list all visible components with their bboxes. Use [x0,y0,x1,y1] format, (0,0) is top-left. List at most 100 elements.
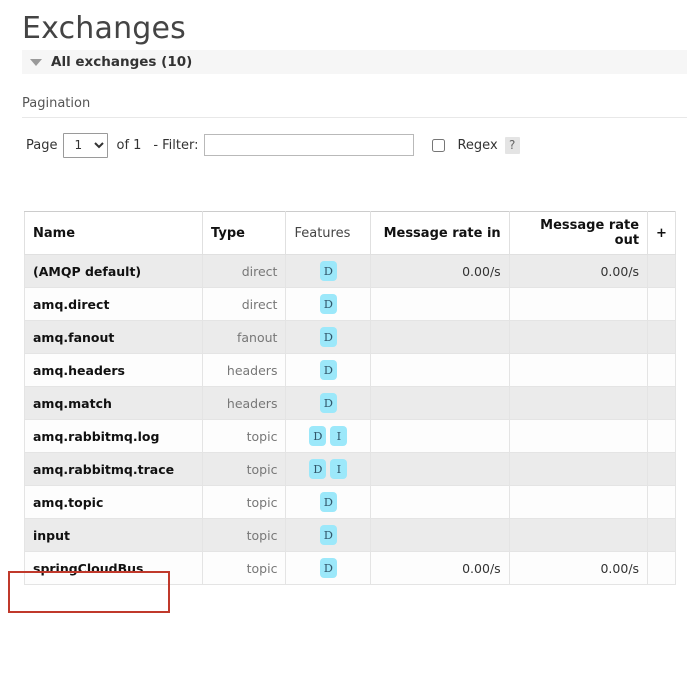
exchanges-table: Name Type Features Message rate in Messa… [23,211,676,585]
exchange-features-cell: D [285,287,372,321]
table-header-row: Name Type Features Message rate in Messa… [23,211,676,255]
feature-badge: I [330,459,348,479]
column-header-message-rate-out[interactable]: Message rate out [508,211,649,255]
exchange-type-cell: direct [202,254,287,288]
exchange-features-cell: D [285,551,372,585]
exchange-type-cell: topic [202,551,287,585]
message-rate-in-cell [370,320,510,354]
add-column-button[interactable]: + [647,211,676,255]
message-rate-in-cell [370,452,510,486]
row-spacer-cell [647,551,676,585]
row-spacer-cell [647,452,676,486]
feature-badge: D [319,261,337,281]
feature-badge: D [309,459,327,479]
message-rate-out-cell [508,287,649,321]
column-header-message-rate-in[interactable]: Message rate in [370,211,510,255]
exchange-type-cell: headers [202,386,287,420]
message-rate-out-cell [508,419,649,453]
feature-badge: D [319,558,337,578]
table-row[interactable]: amq.topic topic D [23,485,676,519]
exchange-type-cell: headers [202,353,287,387]
table-row[interactable]: amq.rabbitmq.trace topic D I [23,452,676,486]
separator-dash: - [153,137,159,153]
page-total-label: of 1 [116,137,142,153]
filter-input[interactable] [204,134,415,156]
exchange-features-cell: D [285,254,372,288]
page-label: Page [26,137,58,153]
table-row[interactable]: springCloudBus topic D 0.00/s 0.00/s [23,551,676,585]
column-header-name[interactable]: Name [23,211,204,255]
row-spacer-cell [647,320,676,354]
row-spacer-cell [647,353,676,387]
exchange-name-cell[interactable]: amq.match [23,386,204,420]
feature-badge: D [319,492,337,512]
message-rate-out-cell: 0.00/s [508,254,649,288]
table-row[interactable]: amq.headers headers D [23,353,676,387]
help-button[interactable]: ? [504,136,520,154]
pagination-divider [22,117,687,118]
exchange-features-cell: D [285,518,372,552]
message-rate-in-cell [370,419,510,453]
filter-label: Filter: [162,137,199,153]
feature-badge: D [319,393,337,413]
table-header: Name Type Features Message rate in Messa… [23,211,676,255]
message-rate-in-cell [370,287,510,321]
message-rate-in-cell [370,353,510,387]
page-title: Exchanges [22,11,187,46]
message-rate-out-cell [508,518,649,552]
feature-badge: I [330,426,348,446]
regex-label: Regex [457,137,498,153]
column-header-features[interactable]: Features [285,211,372,255]
feature-badge: D [319,294,337,314]
page-select[interactable]: 1 [63,132,109,158]
row-spacer-cell [647,518,676,552]
exchange-name-cell[interactable]: springCloudBus [23,551,204,585]
exchange-name-cell[interactable]: (AMQP default) [23,254,204,288]
table-row[interactable]: amq.direct direct D [23,287,676,321]
row-spacer-cell [647,254,676,288]
message-rate-out-cell [508,452,649,486]
row-spacer-cell [647,419,676,453]
exchange-type-cell: topic [202,452,287,486]
exchange-features-cell: D [285,485,372,519]
exchange-name-cell[interactable]: amq.fanout [23,320,204,354]
exchange-name-cell[interactable]: input [23,518,204,552]
exchange-features-cell: DI [285,419,372,453]
exchange-type-cell: topic [202,518,287,552]
exchange-features-cell: D [285,386,372,420]
exchange-name-cell[interactable]: amq.headers [23,353,204,387]
table-row[interactable]: amq.match headers D [23,386,676,420]
message-rate-out-cell [508,320,649,354]
table-row[interactable]: (AMQP default) direct D 0.00/s 0.00/s [23,254,676,288]
all-exchanges-section-header[interactable]: All exchanges (10) [22,50,687,74]
message-rate-in-cell [370,386,510,420]
row-spacer-cell [647,386,676,420]
regex-checkbox[interactable] [432,138,446,152]
message-rate-out-cell [508,485,649,519]
table-body: (AMQP default) direct D 0.00/s 0.00/s amq.dir… [23,254,676,585]
message-rate-in-cell: 0.00/s [370,254,510,288]
pagination-controls: Page 1 of 1 - Filter: Regex ? [26,132,693,158]
exchange-features-cell: D [285,320,372,354]
exchange-name-cell[interactable]: amq.direct [23,287,204,321]
table-row[interactable]: amq.rabbitmq.log topic D I [23,419,676,453]
message-rate-in-cell: 0.00/s [370,551,510,585]
column-header-type[interactable]: Type [202,211,287,255]
message-rate-out-cell [508,353,649,387]
triangle-down-icon[interactable] [30,58,42,66]
table-row[interactable]: input topic D [23,518,676,552]
section-title-label: All exchanges (10) [51,54,193,70]
message-rate-out-cell [508,386,649,420]
table-row[interactable]: amq.fanout fanout D [23,320,676,354]
exchange-features-cell: D [285,353,372,387]
message-rate-in-cell [370,518,510,552]
row-spacer-cell [647,485,676,519]
exchange-name-cell[interactable]: amq.rabbitmq.log [23,419,204,453]
feature-badge: D [319,327,337,347]
exchange-name-cell[interactable]: amq.topic [23,485,204,519]
feature-badge: D [319,360,337,380]
exchange-name-cell[interactable]: amq.rabbitmq.trace [23,452,204,486]
exchange-type-cell: fanout [202,320,287,354]
row-spacer-cell [647,287,676,321]
feature-badge: D [319,525,337,545]
